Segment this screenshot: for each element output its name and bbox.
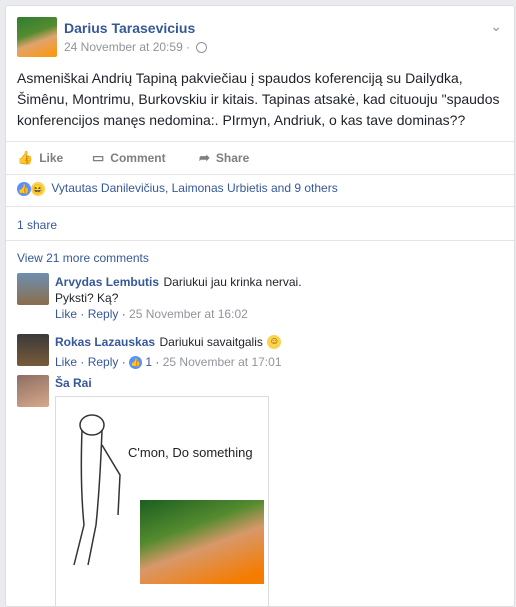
post-timestamp[interactable]: 24 November at 20:59 (64, 40, 183, 54)
like-button[interactable]: 👍 Like (17, 150, 63, 166)
smile-icon: ☺ (267, 334, 282, 349)
meme-photo (140, 500, 264, 584)
author-name[interactable]: Darius Tarasevicius (64, 20, 195, 36)
comment-button[interactable]: ▭ Comment (92, 150, 166, 166)
comment-links: Like · Reply · 👍 1 · 25 November at 17:0… (55, 355, 282, 370)
comment-text: Dariukui jau krinka nervai. (163, 275, 302, 289)
comment-like-count[interactable]: 1 (145, 355, 152, 369)
reaction-names[interactable]: Vytautas Danilevičius, Laimonas Urbietis… (51, 181, 337, 195)
like-reaction-icon: 👍 (17, 181, 31, 196)
comment-avatar[interactable] (17, 273, 49, 305)
comment-links: Like · Reply · 25 November at 16:02 (55, 307, 248, 321)
comment-reply-link[interactable]: Reply (88, 307, 119, 321)
comment-avatar[interactable] (17, 375, 49, 407)
comment-author[interactable]: Ša Rai (55, 376, 92, 390)
comment-icon: ▭ (92, 150, 105, 165)
action-bar: 👍 Like ▭ Comment ➦ Share (6, 141, 514, 175)
post-meta: 24 November at 20:59 · (64, 40, 208, 54)
haha-reaction-icon: 😆 (31, 181, 45, 196)
reactions-summary[interactable]: 👍 😆 Vytautas Danilevičius, Laimonas Urbie… (17, 181, 338, 196)
comment-text-2: Pyksti? Ką? (55, 291, 119, 305)
comment-avatar[interactable] (17, 334, 49, 366)
comment-like-link[interactable]: Like (55, 355, 77, 369)
comment-like-link[interactable]: Like (55, 307, 77, 321)
post-card: Darius Tarasevicius 24 November at 20:59… (5, 5, 515, 607)
divider (6, 240, 514, 241)
comment-time[interactable]: 25 November at 17:01 (163, 355, 282, 369)
stick-figure-drawing (73, 414, 121, 566)
like-count-icon: 👍 (129, 356, 143, 370)
post-text: Asmeniškai Andrių Tapiną pakviečiau į sp… (17, 70, 500, 128)
globe-icon (196, 42, 208, 54)
comment: Arvydas Lembutis Dariukui jau krinka ner… (55, 274, 302, 322)
comment-author[interactable]: Arvydas Lembutis (55, 275, 159, 289)
view-more-comments[interactable]: View 21 more comments (17, 251, 149, 265)
share-button[interactable]: ➦ Share (199, 150, 249, 166)
thumbs-up-icon: 👍 (17, 150, 34, 165)
share-icon: ➦ (199, 150, 210, 165)
meme-caption: C'mon, Do something (128, 445, 253, 460)
chevron-down-icon[interactable]: ⌄ (490, 18, 502, 35)
comment-reply-link[interactable]: Reply (88, 355, 119, 369)
comment: Ša Rai (55, 375, 92, 391)
comment-author[interactable]: Rokas Lazauskas (55, 335, 155, 349)
comment-image[interactable]: C'mon, Do something (55, 396, 269, 606)
comment-text: Dariukui savaitgalis (159, 335, 263, 349)
divider (6, 206, 514, 207)
comment-time[interactable]: 25 November at 16:02 (129, 307, 248, 321)
comment: Rokas Lazauskas Dariukui savaitgalis ☺ L… (55, 334, 282, 370)
author-avatar[interactable] (17, 17, 57, 57)
shares-count[interactable]: 1 share (17, 218, 57, 232)
